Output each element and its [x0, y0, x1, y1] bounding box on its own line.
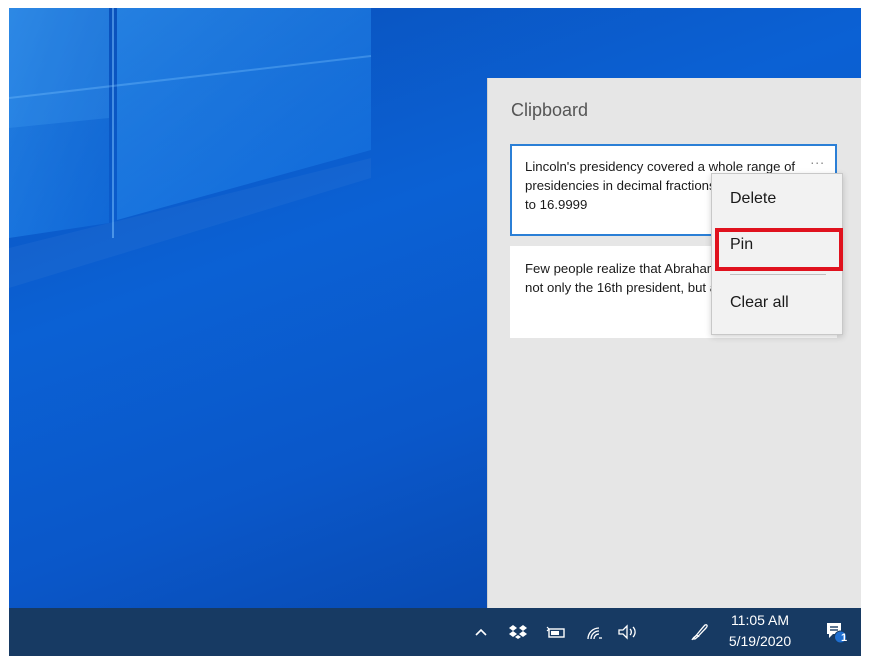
- wifi-icon[interactable]: [579, 608, 609, 656]
- clock-date: 5/19/2020: [728, 633, 792, 649]
- volume-icon[interactable]: [613, 608, 643, 656]
- clock-time: 11:05 AM: [730, 612, 790, 628]
- action-center-icon[interactable]: 1: [819, 608, 853, 656]
- chevron-up-icon[interactable]: [467, 608, 495, 656]
- taskbar: 11:05 AM 5/19/2020 1: [9, 608, 861, 656]
- pin-highlight-box: [715, 228, 843, 271]
- clipboard-title: Clipboard: [511, 100, 589, 120]
- pen-icon[interactable]: [685, 608, 715, 656]
- notification-count-badge: 1: [840, 632, 848, 644]
- clipboard-panel: Clipboard Lincoln's presidency covered a…: [487, 78, 861, 608]
- clear-all-menu-item[interactable]: Clear all: [712, 294, 842, 312]
- dropbox-icon[interactable]: [503, 608, 533, 656]
- system-clock[interactable]: 11:05 AM 5/19/2020: [719, 610, 801, 652]
- delete-menu-item[interactable]: Delete: [712, 190, 842, 208]
- menu-separator: [730, 274, 826, 275]
- more-options-icon[interactable]: ...: [810, 152, 825, 166]
- battery-icon[interactable]: [541, 608, 571, 656]
